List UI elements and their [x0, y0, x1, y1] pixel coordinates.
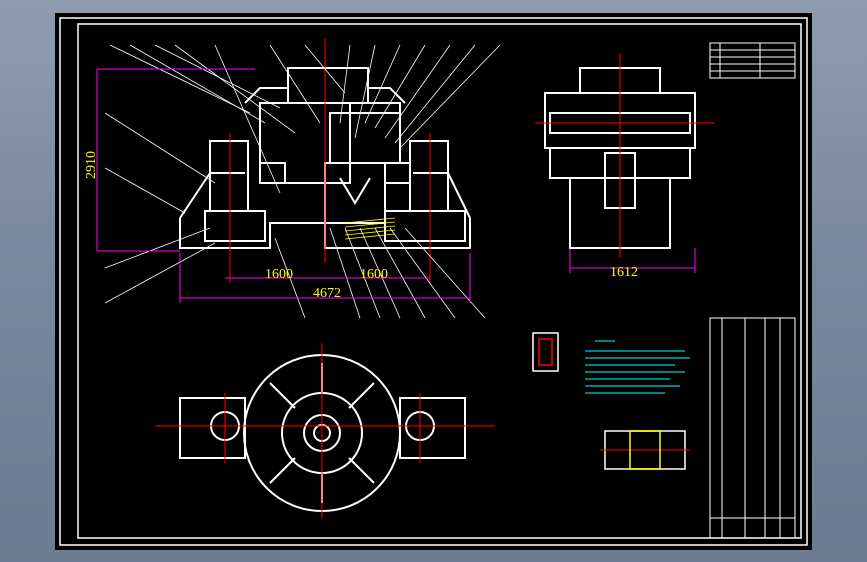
right-column — [409, 140, 449, 212]
dim-width-1612: 1612 — [610, 265, 638, 280]
inner-cone — [339, 177, 371, 205]
spoke-3 — [269, 382, 296, 409]
left-column — [209, 140, 249, 212]
spoke-4 — [348, 382, 375, 409]
top-hopper-right — [368, 87, 406, 104]
detail-view-a[interactable] — [532, 332, 559, 372]
top-centerlines — [155, 343, 495, 518]
detail-view-b[interactable] — [600, 430, 690, 470]
right-flange — [350, 102, 401, 158]
parameter-table — [709, 42, 796, 79]
housing-body — [259, 102, 351, 184]
cad-viewport[interactable]: 2910 1600 1600 4672 1612 — [55, 13, 812, 550]
right-motor-mount — [384, 162, 411, 184]
spoke-6 — [348, 457, 375, 484]
base-left-block — [204, 210, 266, 242]
shaft-sleeve — [324, 162, 386, 224]
sheet-inner-border — [77, 23, 802, 539]
dim-width-4672: 4672 — [313, 286, 341, 301]
section-hatch — [344, 217, 396, 240]
dim-height-2910: 2910 — [84, 151, 99, 179]
spoke-5 — [269, 457, 296, 484]
technical-notes — [585, 340, 690, 394]
leader-lines-left — [104, 112, 216, 304]
left-motor-mount — [259, 162, 286, 184]
dim-width-1600-b: 1600 — [360, 267, 388, 282]
parts-list — [709, 317, 796, 539]
right-arm — [399, 397, 466, 459]
base-right-block — [384, 210, 466, 242]
left-arm — [179, 397, 246, 459]
assembly-drawing: 2910 1600 1600 4672 1612 — [59, 17, 808, 546]
upper-cover — [287, 67, 369, 104]
dim-width-1600-a: 1600 — [265, 267, 293, 282]
